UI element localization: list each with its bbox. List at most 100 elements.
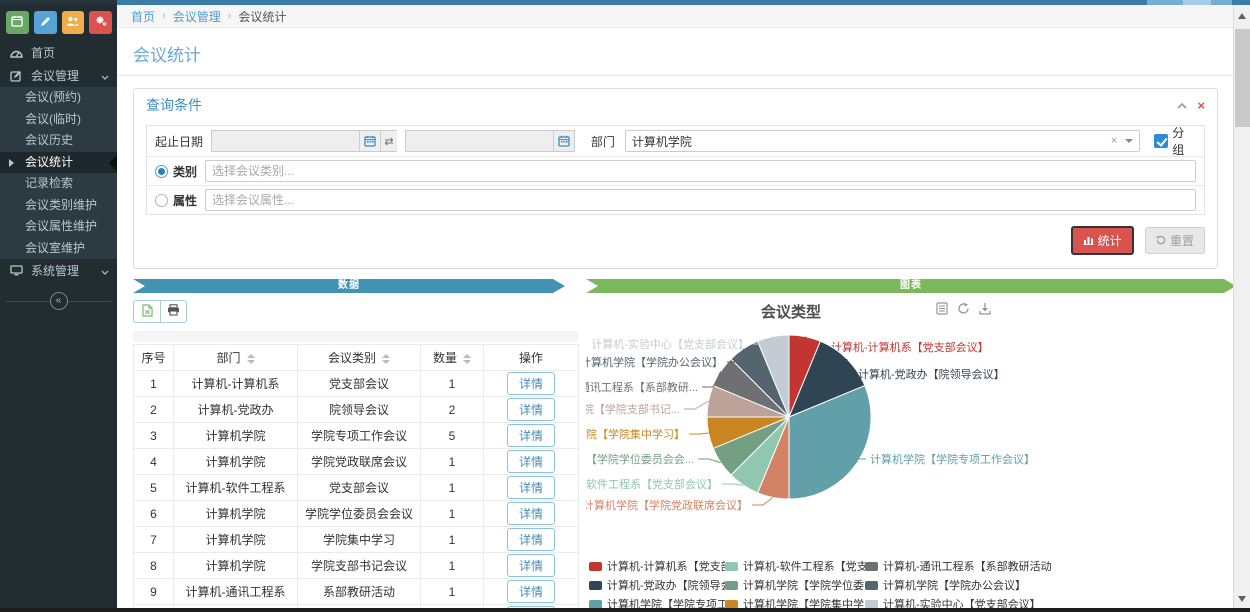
data-table: 序号 部门 会议类别 数量 操作 1计算机-计算机系党支部会议1详情2计算机-党… bbox=[133, 344, 579, 612]
users-shortcut-button[interactable] bbox=[62, 11, 85, 34]
sidebar-item-label: 系统管理 bbox=[31, 262, 101, 279]
end-date-calendar-icon[interactable] bbox=[553, 130, 575, 152]
legend-item[interactable]: 计算机-软件工程系【党支部会议】 bbox=[725, 559, 865, 573]
page-title: 会议统计 bbox=[117, 28, 1233, 76]
legend-swatch bbox=[865, 581, 878, 590]
table-cell: 1 bbox=[134, 371, 174, 397]
detail-button[interactable]: 详情 bbox=[507, 528, 555, 551]
column-header-count[interactable]: 数量 bbox=[421, 345, 484, 371]
category-label: 类别 bbox=[173, 163, 197, 180]
refresh-icon[interactable] bbox=[957, 302, 970, 318]
sidebar-item-home[interactable]: 首页 bbox=[0, 41, 117, 64]
statistics-button[interactable]: 统计 bbox=[1071, 226, 1134, 255]
sidebar-item-system-management[interactable]: 系统管理 bbox=[0, 259, 117, 282]
pie-label: 计算机学院【学院支部书记... bbox=[586, 402, 680, 416]
column-header-category[interactable]: 会议类别 bbox=[298, 345, 421, 371]
users-icon bbox=[66, 16, 79, 30]
end-date-input[interactable] bbox=[405, 130, 553, 152]
legend-item[interactable]: 计算机-计算机系【党支部会议】 bbox=[589, 559, 725, 573]
breadcrumb-item[interactable]: 会议管理 bbox=[173, 8, 221, 25]
start-date-input[interactable] bbox=[211, 130, 359, 152]
table-cell: 7 bbox=[134, 527, 174, 553]
settings-shortcut-button[interactable] bbox=[89, 11, 112, 34]
cogs-icon bbox=[95, 15, 107, 30]
table-row: 9计算机-通讯工程系系部教研活动1详情 bbox=[134, 579, 579, 605]
chevron-down-icon bbox=[101, 264, 109, 278]
date-swap-icon: ⇄ bbox=[381, 130, 397, 152]
sidebar-subitem[interactable]: 会议类别维护 bbox=[0, 195, 117, 217]
edit-shortcut-button[interactable] bbox=[34, 11, 57, 34]
calendar-shortcut-button[interactable] bbox=[6, 11, 29, 34]
detail-button[interactable]: 详情 bbox=[507, 502, 555, 525]
legend-item[interactable]: 计算机-党政办【院领导会议】 bbox=[589, 578, 725, 592]
breadcrumb-separator: › bbox=[162, 10, 166, 22]
detail-button[interactable]: 详情 bbox=[507, 554, 555, 577]
legend-item[interactable]: 计算机学院【学院学位委员会会议】 bbox=[725, 578, 865, 592]
detail-button[interactable]: 详情 bbox=[507, 424, 555, 447]
group-checkbox[interactable] bbox=[1154, 134, 1168, 148]
sidebar-subitem[interactable]: 记录检索 bbox=[0, 173, 117, 195]
detail-button[interactable]: 详情 bbox=[507, 398, 555, 421]
scroll-up-arrow-icon[interactable] bbox=[1238, 13, 1246, 19]
undo-icon bbox=[1156, 234, 1166, 248]
table-cell: 1 bbox=[421, 527, 484, 553]
scroll-down-arrow-icon[interactable] bbox=[1238, 596, 1246, 602]
attribute-radio[interactable] bbox=[155, 194, 168, 207]
department-select[interactable]: 计算机学院 × bbox=[625, 130, 1140, 152]
vertical-scrollbar[interactable] bbox=[1233, 5, 1250, 612]
data-view-icon[interactable] bbox=[936, 302, 948, 318]
column-header-dept[interactable]: 部门 bbox=[174, 345, 298, 371]
category-radio[interactable] bbox=[155, 165, 168, 178]
table-cell: 3 bbox=[134, 423, 174, 449]
sidebar-item-meeting-management[interactable]: 会议管理 bbox=[0, 64, 117, 87]
table-cell: 1 bbox=[421, 553, 484, 579]
sort-icon[interactable] bbox=[382, 354, 390, 364]
table-cell: 1 bbox=[421, 501, 484, 527]
navbar-user-highlight bbox=[1183, 0, 1211, 5]
pie-label: 计算机学院【学院学位委员会会... bbox=[586, 452, 694, 466]
export-excel-button[interactable] bbox=[133, 300, 160, 323]
table-toolbar bbox=[133, 300, 578, 323]
bar-chart-icon bbox=[1083, 234, 1094, 248]
sidebar-item-label: 首页 bbox=[31, 44, 109, 61]
pie-label: 计算机-软件工程系【党支部会议】 bbox=[586, 477, 718, 491]
sidebar-subitem[interactable]: 会议历史 bbox=[0, 130, 117, 152]
legend-item[interactable]: 计算机学院【学院办公会议】 bbox=[865, 578, 1236, 592]
table-cell: 计算机学院 bbox=[174, 527, 298, 553]
sidebar-subitem[interactable]: 会议(预约) bbox=[0, 87, 117, 109]
column-header-no[interactable]: 序号 bbox=[134, 345, 174, 371]
detail-button[interactable]: 详情 bbox=[507, 450, 555, 473]
close-panel-icon[interactable]: × bbox=[1197, 99, 1205, 112]
sidebar-subitem[interactable]: 会议(临时) bbox=[0, 109, 117, 131]
table-cell: 党支部会议 bbox=[298, 475, 421, 501]
detail-button[interactable]: 详情 bbox=[507, 476, 555, 499]
pie-label-line bbox=[698, 459, 721, 463]
print-button[interactable] bbox=[160, 300, 187, 323]
detail-button[interactable]: 详情 bbox=[507, 580, 555, 603]
reset-button[interactable]: 重置 bbox=[1145, 227, 1205, 254]
clear-selection-icon[interactable]: × bbox=[1111, 135, 1117, 147]
top-navbar-strip bbox=[0, 0, 1250, 5]
collapse-panel-icon[interactable] bbox=[1177, 99, 1187, 111]
sidebar-subitem[interactable]: 会议室维护 bbox=[0, 238, 117, 260]
legend-swatch bbox=[725, 562, 738, 571]
bottom-edge-band bbox=[0, 608, 1250, 612]
start-date-calendar-icon[interactable] bbox=[359, 130, 381, 152]
attribute-input[interactable] bbox=[205, 189, 1196, 211]
sidebar-collapse-button[interactable]: « bbox=[50, 292, 68, 310]
detail-button[interactable]: 详情 bbox=[507, 372, 555, 395]
legend-label: 计算机-党政办【院领导会议】 bbox=[607, 578, 725, 592]
data-banner: 数据 bbox=[133, 279, 565, 293]
legend-item[interactable]: 计算机-通讯工程系【系部教研活动 bbox=[865, 559, 1236, 573]
chart-banner: 图表 bbox=[586, 279, 1236, 293]
breadcrumb-item[interactable]: 首页 bbox=[131, 8, 155, 25]
attribute-label: 属性 bbox=[173, 192, 197, 209]
category-input[interactable] bbox=[205, 160, 1196, 182]
sidebar-subitem[interactable]: 会议属性维护 bbox=[0, 216, 117, 238]
sort-icon[interactable] bbox=[463, 354, 471, 364]
group-checkbox-wrap[interactable]: 分组 bbox=[1154, 124, 1196, 158]
scrollbar-thumb[interactable] bbox=[1235, 29, 1250, 127]
sidebar-subitem[interactable]: 会议统计 bbox=[0, 152, 117, 174]
download-icon[interactable] bbox=[979, 302, 991, 318]
sort-icon[interactable] bbox=[247, 354, 255, 364]
